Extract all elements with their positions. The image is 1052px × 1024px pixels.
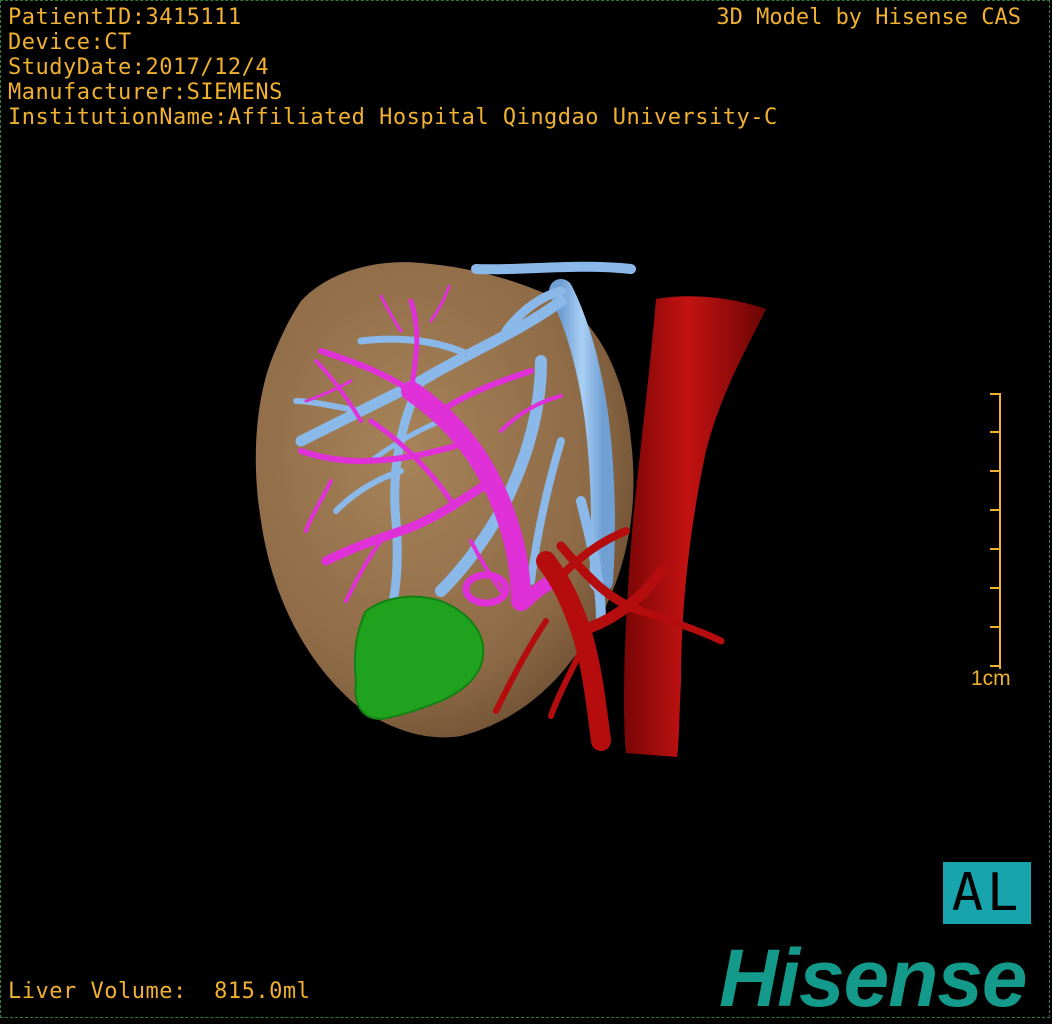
orientation-cube-icon[interactable]: AL: [943, 862, 1031, 924]
institution-label: InstitutionName:Affiliated Hospital Qing…: [8, 105, 778, 130]
3d-viewport[interactable]: PatientID:3415111 Device:CT StudyDate:20…: [0, 0, 1052, 1022]
liver-volume-label: Liver Volume: 815.0ml: [8, 979, 311, 1004]
study-date-label: StudyDate:2017/12/4: [8, 55, 270, 80]
scale-label: 1cm: [971, 667, 1011, 690]
device-label: Device:CT: [8, 30, 132, 55]
patient-id-label: PatientID:3415111: [8, 5, 242, 30]
scale-bar: [989, 393, 1001, 669]
model-credit-label: 3D Model by Hisense CAS: [716, 5, 1021, 30]
manufacturer-label: Manufacturer:SIEMENS: [8, 80, 283, 105]
liver-3d-model[interactable]: [1, 1, 1052, 1021]
hisense-logo: Hisense: [719, 933, 1028, 1024]
orientation-label: AL: [951, 863, 1023, 923]
vena-cava: [623, 296, 766, 757]
